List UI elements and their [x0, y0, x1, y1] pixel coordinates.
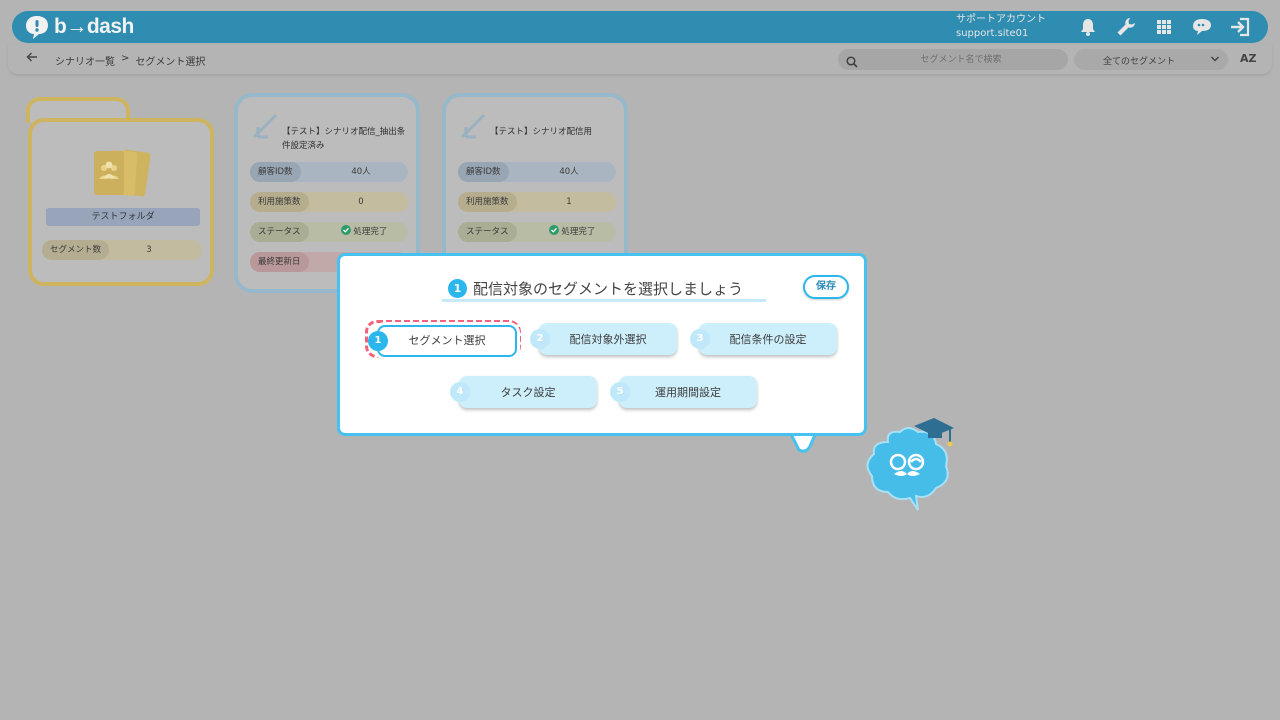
- account-site: support.site01: [956, 28, 1029, 39]
- step-segment-select[interactable]: セグメント選択: [377, 325, 517, 357]
- segment-filter-select[interactable]: 全てのセグメント: [1074, 49, 1228, 70]
- check-circle-icon: [340, 225, 351, 235]
- segment-card-title: 【テスト】シナリオ配信_抽出条件設定済み: [282, 127, 406, 151]
- step-number: 5: [610, 382, 630, 402]
- customer-id-count-label: 顧客ID数: [250, 162, 301, 182]
- used-measures-row: 利用施策数 0: [250, 192, 408, 212]
- logo-bubble-icon: [26, 16, 48, 39]
- sort-az-button[interactable]: AZ: [1240, 52, 1257, 65]
- account-name: サポートアカウント: [956, 14, 1046, 25]
- wrench-icon[interactable]: [1112, 15, 1140, 39]
- customer-id-count-row: 顧客ID数 40人: [458, 162, 616, 182]
- step-delivery-conditions[interactable]: 配信条件の設定: [699, 323, 837, 355]
- customer-id-count-row: 顧客ID数 40人: [250, 162, 408, 182]
- segment-card-title: 【テスト】シナリオ配信用: [490, 127, 593, 137]
- chevron-down-icon: [1210, 54, 1220, 67]
- step-task-settings[interactable]: タスク設定: [459, 376, 597, 408]
- status-row: ステータス 処理完了: [250, 222, 408, 242]
- status-label: ステータス: [458, 222, 517, 242]
- step-number: 1: [368, 331, 388, 351]
- step-exclusion-select[interactable]: 配信対象外選択: [539, 323, 677, 355]
- folder-card[interactable]: テストフォルダ セグメント数 3: [28, 118, 214, 286]
- step-number: 4: [450, 382, 470, 402]
- customer-id-count-label: 顧客ID数: [458, 162, 509, 182]
- breadcrumb: シナリオ一覧 > セグメント選択: [55, 53, 205, 68]
- mascot-character-icon: [866, 418, 954, 511]
- used-measures-row: 利用施策数 1: [458, 192, 616, 212]
- title-underline: [442, 299, 766, 302]
- grid-icon[interactable]: [1150, 15, 1178, 39]
- account-info[interactable]: サポートアカウント support.site01: [956, 13, 1046, 41]
- search-input[interactable]: [866, 52, 1056, 67]
- breadcrumb-separator: >: [121, 53, 130, 64]
- folder-users-icon: [90, 148, 152, 204]
- title-step-badge: 1: [448, 279, 467, 298]
- status-row: ステータス 処理完了: [458, 222, 616, 242]
- search-icon: [846, 53, 858, 72]
- used-measures-label: 利用施策数: [250, 192, 309, 212]
- search-box: [838, 49, 1068, 70]
- segment-count-value: 3: [146, 245, 152, 255]
- logo[interactable]: b→dash: [24, 14, 134, 40]
- folder-segment-count-row: セグメント数 3: [42, 240, 202, 260]
- document-fold-icon: [460, 113, 486, 139]
- step-number: 2: [530, 329, 550, 349]
- step-number: 3: [690, 329, 710, 349]
- used-measures-value: 1: [566, 197, 572, 207]
- chat-icon[interactable]: [1188, 15, 1216, 39]
- step-operation-period[interactable]: 運用期間設定: [619, 376, 757, 408]
- used-measures-value: 0: [358, 197, 364, 207]
- logout-icon[interactable]: [1226, 15, 1254, 39]
- folder-title: テストフォルダ: [46, 208, 200, 226]
- toolbar: シナリオ一覧 > セグメント選択 全てのセグメント AZ: [8, 45, 1272, 75]
- app-header: b→dash サポートアカウント support.site01: [12, 11, 1268, 43]
- breadcrumb-current: セグメント選択: [135, 57, 206, 68]
- dialog-title: 配信対象のセグメントを選択しましょう: [473, 280, 744, 298]
- status-value: 処理完了: [353, 227, 388, 237]
- last-updated-label: 最終更新日: [250, 252, 309, 272]
- breadcrumb-scenario-list[interactable]: シナリオ一覧: [55, 53, 115, 68]
- save-button[interactable]: 保存: [803, 275, 849, 299]
- status-label: ステータス: [250, 222, 309, 242]
- customer-id-count-value: 40人: [559, 167, 579, 177]
- bell-icon[interactable]: [1074, 15, 1102, 39]
- used-measures-label: 利用施策数: [458, 192, 517, 212]
- check-circle-icon: [548, 225, 559, 235]
- tutorial-dialog: 1 配信対象のセグメントを選択しましょう 保存 セグメント選択 1 配信対象外選…: [337, 253, 867, 436]
- segment-count-label: セグメント数: [42, 240, 110, 260]
- segment-filter-value: 全てのセグメント: [1102, 57, 1175, 67]
- status-value: 処理完了: [561, 227, 596, 237]
- document-fold-icon: [252, 113, 278, 139]
- logo-text: b→dash: [54, 15, 134, 38]
- back-arrow-icon[interactable]: [26, 51, 38, 67]
- customer-id-count-value: 40人: [351, 167, 371, 177]
